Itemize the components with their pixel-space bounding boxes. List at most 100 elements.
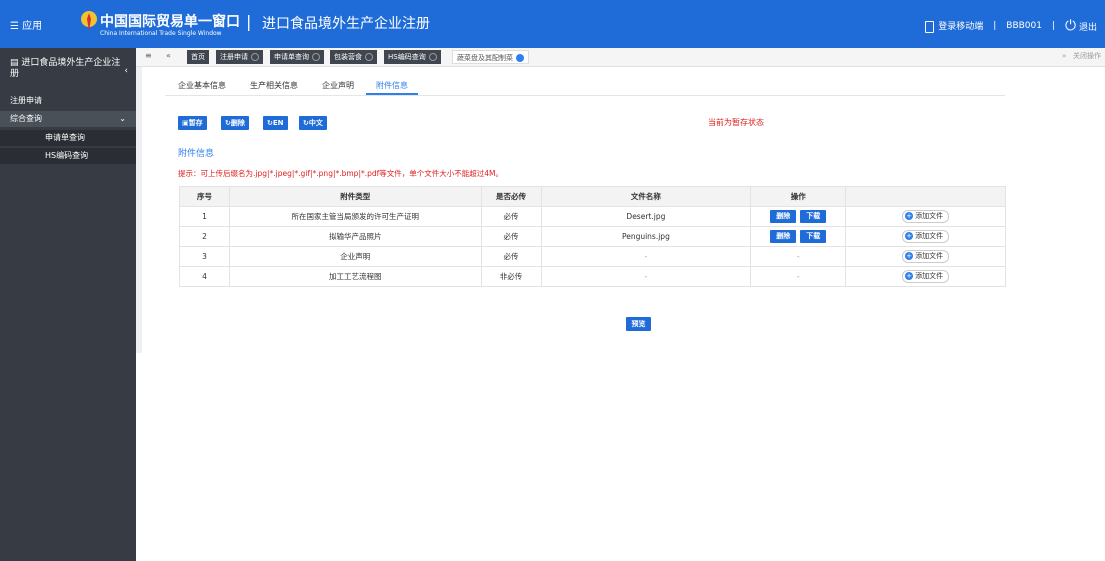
collapse-caret-icon[interactable]: ‹ bbox=[124, 66, 128, 77]
row-no: 1 bbox=[179, 206, 230, 227]
close-operations[interactable]: » 关闭操作 bbox=[1062, 51, 1101, 61]
tab-register-label: 注册申请 bbox=[220, 53, 248, 61]
row-required: 非必传 bbox=[480, 266, 542, 287]
header-divider: | bbox=[993, 21, 997, 31]
subtab-attachments[interactable]: 附件信息 bbox=[376, 80, 408, 91]
tab-register[interactable]: 注册申请 bbox=[216, 50, 263, 64]
subtab-divider bbox=[165, 95, 1005, 96]
header-no: 序号 bbox=[179, 186, 230, 207]
row-add: + 添加文件 bbox=[845, 266, 1006, 287]
subtab-basic-info[interactable]: 企业基本信息 bbox=[178, 80, 226, 91]
tab-application-query[interactable]: 申请单查询 bbox=[270, 50, 324, 64]
delete-file-button[interactable]: 删除 bbox=[770, 230, 797, 243]
sidebar-title[interactable]: ▤ 进口食品境外生产企业注册 ‹ bbox=[10, 58, 128, 80]
header-required: 是否必传 bbox=[480, 186, 542, 207]
download-button[interactable]: 下载 bbox=[800, 210, 827, 223]
plus-icon: + bbox=[905, 232, 914, 240]
header-type: 附件类型 bbox=[228, 186, 482, 207]
row-filename: - bbox=[540, 266, 752, 287]
close-tab-icon[interactable] bbox=[312, 53, 320, 61]
header-filename: 文件名称 bbox=[540, 186, 752, 207]
close-tab-icon[interactable] bbox=[365, 53, 373, 61]
app-menu-button[interactable]: ☰ 应用 bbox=[10, 17, 42, 32]
header-operation: 操作 bbox=[750, 186, 847, 207]
close-tab-icon[interactable] bbox=[428, 53, 437, 61]
row-type: 企业声明 bbox=[228, 246, 482, 267]
sidebar-item-hs-query[interactable]: HS编码查询 bbox=[0, 148, 136, 164]
row-no: 4 bbox=[179, 266, 230, 287]
tab-packaging[interactable]: 包装营食 bbox=[330, 50, 377, 64]
table-row: 4 加工工艺流程图 非必传 - - + 添加文件 bbox=[179, 266, 1006, 287]
title-separator: | bbox=[246, 12, 252, 31]
draft-status: 当前为暂存状态 bbox=[708, 118, 764, 127]
english-button[interactable]: ↻EN bbox=[263, 116, 288, 130]
row-required: 必传 bbox=[480, 206, 542, 227]
delete-button[interactable]: ↻删除 bbox=[221, 116, 249, 130]
tab-hs-query[interactable]: HS编码查询 bbox=[384, 50, 441, 64]
save-label: 暂存 bbox=[188, 119, 203, 127]
row-type: 所在国家主管当局颁发的许可生产证明 bbox=[228, 206, 482, 227]
section-title: 附件信息 bbox=[178, 149, 215, 159]
scroll-right-icon[interactable]: » bbox=[1062, 52, 1066, 60]
row-filename: Desert.jpg bbox=[540, 206, 752, 227]
mobile-login-label: 登录移动端 bbox=[938, 22, 984, 33]
subtab-declaration[interactable]: 企业声明 bbox=[322, 80, 354, 91]
close-tab-icon[interactable] bbox=[516, 54, 524, 62]
sidebar-item-query[interactable]: 综合查询 ⌄ bbox=[0, 111, 136, 127]
row-add: + 添加文件 bbox=[845, 206, 1006, 227]
top-header: ☰ 应用 中国国际贸易单一窗口 China International Trad… bbox=[0, 0, 1105, 48]
header-blank bbox=[845, 186, 1006, 207]
preview-button[interactable]: 预览 bbox=[626, 317, 651, 331]
delete-file-button[interactable]: 删除 bbox=[770, 210, 797, 223]
logo-emblem-icon bbox=[81, 11, 97, 31]
chinese-button[interactable]: ↻中文 bbox=[299, 116, 327, 130]
save-draft-button[interactable]: ▣暂存 bbox=[178, 116, 207, 130]
tab-vegetables[interactable]: 蔬菜盘及其配制菜 bbox=[452, 50, 529, 64]
close-tab-icon[interactable] bbox=[251, 53, 259, 61]
add-file-label: 添加文件 bbox=[915, 272, 944, 280]
tab-home-label: 首页 bbox=[191, 53, 205, 61]
save-icon: ▣ bbox=[182, 119, 189, 127]
add-file-label: 添加文件 bbox=[915, 212, 944, 220]
download-button[interactable]: 下载 bbox=[800, 230, 827, 243]
chevron-down-icon: ⌄ bbox=[119, 114, 126, 123]
upload-hint: 提示：可上传后缀名为.jpg|*.jpeg|*.gif|*.png|*.bmp|… bbox=[178, 169, 504, 178]
row-operations: 删除 下载 bbox=[750, 226, 847, 247]
add-file-button[interactable]: + 添加文件 bbox=[902, 250, 950, 263]
subtab-production-info[interactable]: 生产相关信息 bbox=[250, 80, 298, 91]
menu-toggle-icon[interactable]: ≡ bbox=[145, 51, 152, 60]
header-divider-2: | bbox=[1051, 21, 1056, 31]
add-file-label: 添加文件 bbox=[915, 252, 944, 260]
logo-title[interactable]: 中国国际贸易单一窗口 bbox=[100, 11, 240, 31]
row-filename: Penguins.jpg bbox=[540, 226, 752, 247]
page-title: 进口食品境外生产企业注册 bbox=[262, 16, 430, 32]
tab-bar: ≡ « 首页 注册申请 申请单查询 包装营食 HS编码查询 蔬菜盘及其配制菜 »… bbox=[136, 48, 1105, 67]
logo-subtitle: China International Trade Single Window bbox=[100, 30, 222, 37]
row-add: + 添加文件 bbox=[845, 246, 1006, 267]
row-operations: - bbox=[750, 246, 847, 267]
tab-vegetables-label: 蔬菜盘及其配制菜 bbox=[457, 54, 513, 62]
scroll-left-icon[interactable]: « bbox=[166, 51, 171, 60]
delete-label: 删除 bbox=[230, 119, 245, 127]
attachments-table: 序号 附件类型 是否必传 文件名称 操作 1 所在国家主管当局颁发的许可生产证明… bbox=[179, 186, 1006, 287]
table-header-row: 序号 附件类型 是否必传 文件名称 操作 bbox=[179, 186, 1006, 207]
row-no: 3 bbox=[179, 246, 230, 267]
row-required: 必传 bbox=[480, 226, 542, 247]
row-add: + 添加文件 bbox=[845, 226, 1006, 247]
add-file-button[interactable]: + 添加文件 bbox=[902, 270, 950, 283]
tab-packaging-label: 包装营食 bbox=[334, 53, 362, 61]
add-file-button[interactable]: + 添加文件 bbox=[902, 230, 950, 243]
close-operations-label: 关闭操作 bbox=[1073, 52, 1101, 60]
logout-button[interactable]: ⏻ 退出 bbox=[1065, 18, 1097, 34]
table-row: 3 企业声明 必传 - - + 添加文件 bbox=[179, 246, 1006, 267]
header-actions: 登录移动端 | BBB001 | ⏻ 退出 bbox=[925, 18, 1097, 34]
sidebar-item-register[interactable]: 注册申请 bbox=[0, 93, 136, 109]
add-file-button[interactable]: + 添加文件 bbox=[902, 210, 950, 223]
row-required: 必传 bbox=[480, 246, 542, 267]
phone-icon bbox=[925, 20, 935, 33]
sidebar-item-application-query[interactable]: 申请单查询 bbox=[0, 130, 136, 146]
row-operations: 删除 下载 bbox=[750, 206, 847, 227]
tab-home[interactable]: 首页 bbox=[187, 50, 209, 64]
mobile-login-link[interactable]: 登录移动端 bbox=[925, 19, 983, 33]
row-operations: - bbox=[750, 266, 847, 287]
